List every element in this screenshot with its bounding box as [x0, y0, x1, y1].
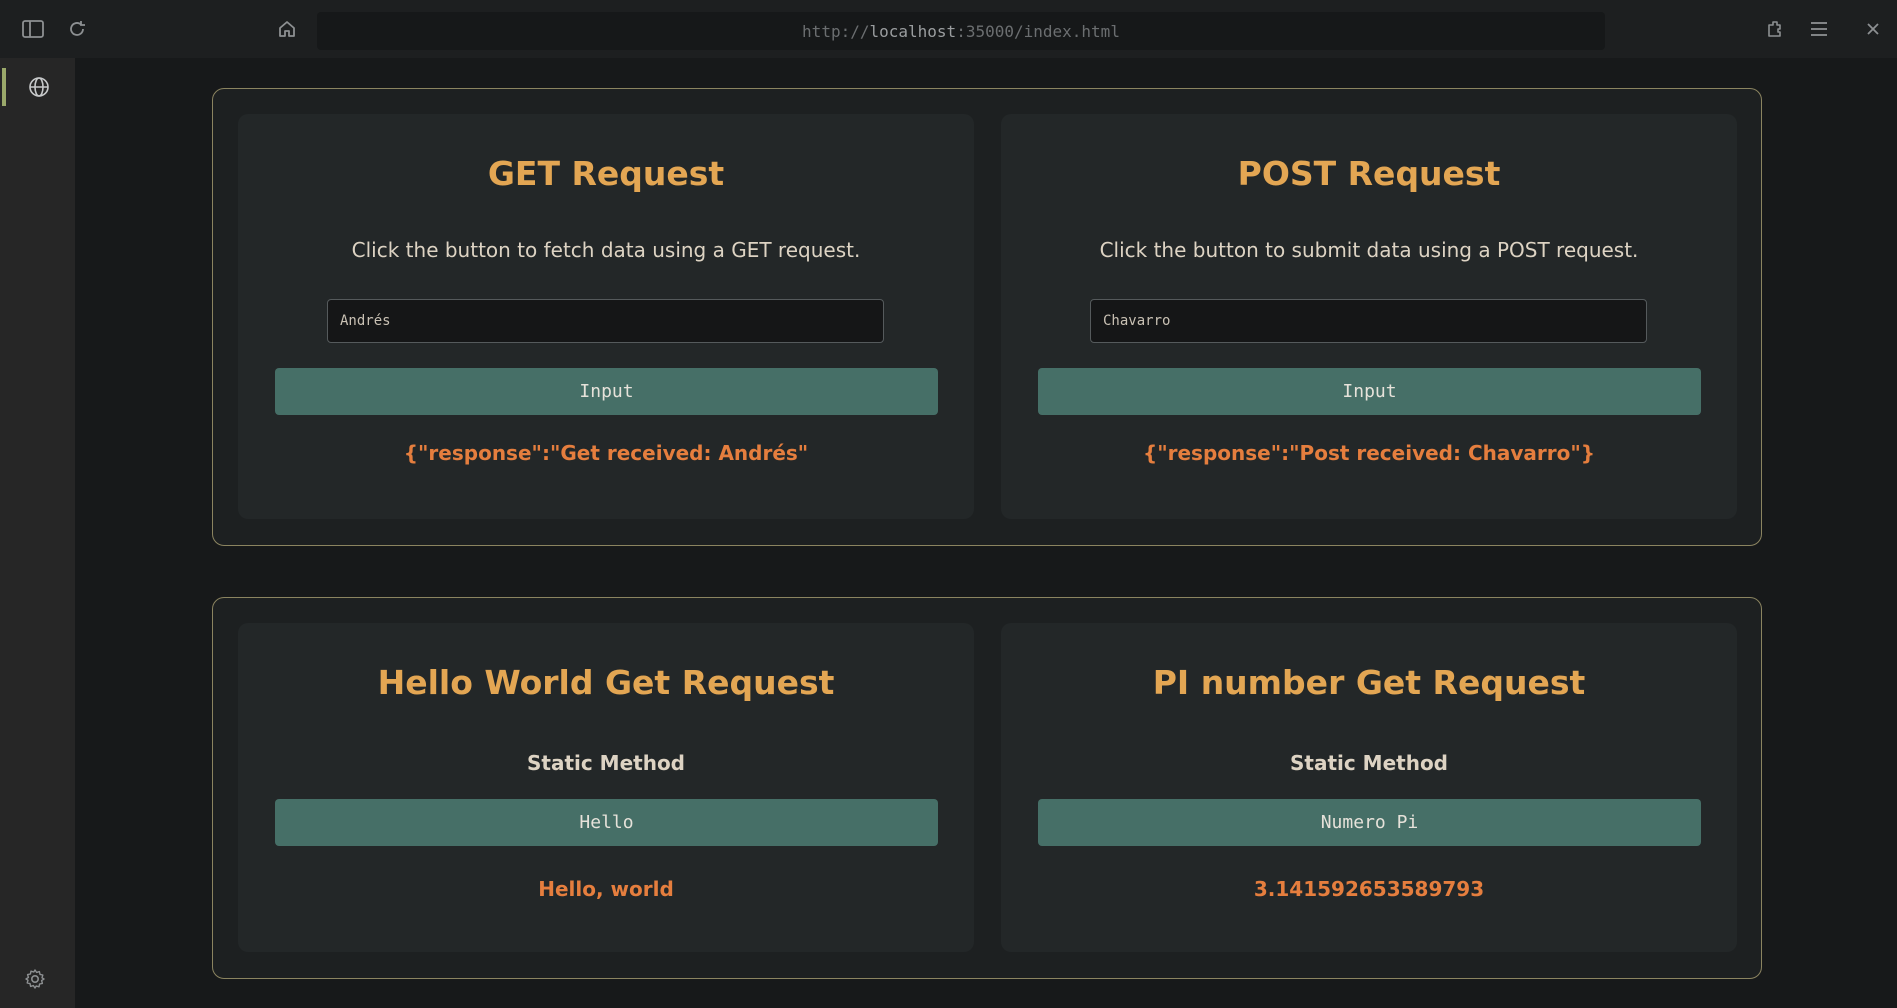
hello-button[interactable]: Hello [275, 799, 938, 846]
card-description: Click the button to fetch data using a G… [351, 238, 861, 262]
address-bar[interactable]: http://localhost:35000/index.html [317, 12, 1605, 50]
sidebar [0, 58, 75, 1008]
post-input-button[interactable]: Input [1038, 368, 1701, 415]
home-icon[interactable] [274, 16, 300, 42]
url-host: localhost [869, 21, 957, 41]
get-response-text: {"response":"Get received: Andrés" [403, 441, 809, 465]
active-indicator [2, 68, 6, 106]
reload-icon[interactable] [64, 16, 90, 42]
globe-icon [28, 76, 50, 102]
close-icon[interactable] [1860, 16, 1886, 42]
post-name-input[interactable] [1090, 299, 1647, 343]
card-title: Hello World Get Request [377, 663, 835, 702]
sidebar-toggle-icon[interactable] [20, 16, 46, 42]
card-subtitle: Static Method [526, 751, 686, 775]
post-response-text: {"response":"Post received: Chavarro"} [1142, 441, 1596, 465]
url-path: :35000/index.html [956, 21, 1120, 41]
get-name-input[interactable] [327, 299, 884, 343]
card-title: POST Request [1237, 154, 1501, 193]
static-method-panel: Hello World Get Request Static Method He… [212, 597, 1762, 979]
pi-response-text: 3.141592653589793 [1253, 877, 1485, 901]
card-title: GET Request [487, 154, 725, 193]
menu-icon[interactable] [1806, 16, 1832, 42]
card-subtitle: Static Method [1289, 751, 1449, 775]
browser-toolbar: http://localhost:35000/index.html [0, 0, 1897, 58]
card-description: Click the button to submit data using a … [1099, 238, 1639, 262]
pi-number-card: PI number Get Request Static Method Nume… [1001, 623, 1737, 952]
hello-world-card: Hello World Get Request Static Method He… [238, 623, 974, 952]
hello-response-text: Hello, world [538, 877, 674, 901]
request-panel: GET Request Click the button to fetch da… [212, 88, 1762, 546]
url-prefix: http:// [802, 21, 870, 41]
extensions-icon[interactable] [1762, 16, 1788, 42]
numero-pi-button[interactable]: Numero Pi [1038, 799, 1701, 846]
sidebar-item-web[interactable] [0, 64, 75, 112]
get-input-button[interactable]: Input [275, 368, 938, 415]
post-request-card: POST Request Click the button to submit … [1001, 114, 1737, 519]
gear-icon[interactable] [24, 968, 46, 994]
card-title: PI number Get Request [1152, 663, 1586, 702]
get-request-card: GET Request Click the button to fetch da… [238, 114, 974, 519]
